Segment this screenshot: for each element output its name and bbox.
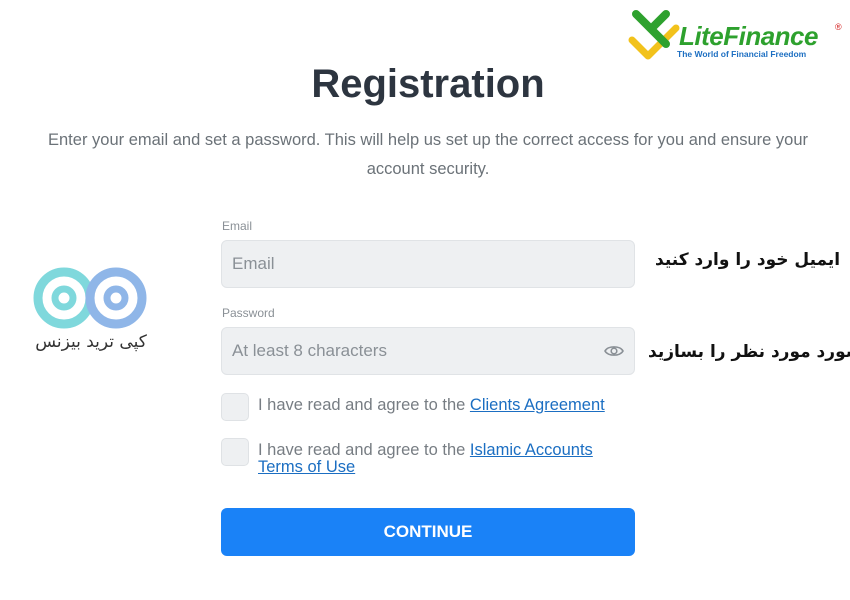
eye-icon[interactable] (604, 343, 624, 364)
email-field-wrapper (221, 240, 635, 288)
agreement-text: I have read and agree to the Islamic Acc… (258, 442, 638, 476)
email-field[interactable] (222, 241, 634, 287)
page-subtitle: Enter your email and set a password. Thi… (48, 131, 808, 178)
password-field-wrapper (221, 327, 635, 375)
litefinance-logo[interactable]: LiteFinance ® The World of Financial Fre… (626, 4, 846, 60)
logo-mark-icon (628, 10, 680, 60)
clients-agreement-link[interactable]: Clients Agreement (470, 396, 605, 414)
watermark-text: کپی ترید بیزنس (35, 332, 147, 352)
logo-wordmark: LiteFinance (679, 21, 818, 51)
email-label: Email (222, 219, 253, 233)
logo-tagline: The World of Financial Freedom (677, 49, 807, 59)
password-annotation: پسورد مورد نظر را بسازید (648, 342, 850, 362)
email-annotation: ایمیل خود را وارد کنید (655, 250, 841, 270)
continue-button[interactable]: CONTINUE (221, 508, 635, 556)
agreement-text: I have read and agree to the Clients Agr… (258, 397, 638, 414)
password-field[interactable] (222, 328, 634, 374)
agreement-prefix: I have read and agree to the (258, 396, 470, 414)
page-title: Registration (311, 62, 545, 106)
registered-mark: ® (835, 22, 842, 32)
watermark: کپی ترید بیزنس (26, 262, 156, 362)
password-label: Password (222, 306, 275, 320)
agreement-prefix: I have read and agree to the (258, 441, 470, 459)
islamic-terms-checkbox[interactable] (221, 438, 249, 466)
clients-agreement-checkbox[interactable] (221, 393, 249, 421)
infinity-logo-icon (33, 267, 147, 329)
